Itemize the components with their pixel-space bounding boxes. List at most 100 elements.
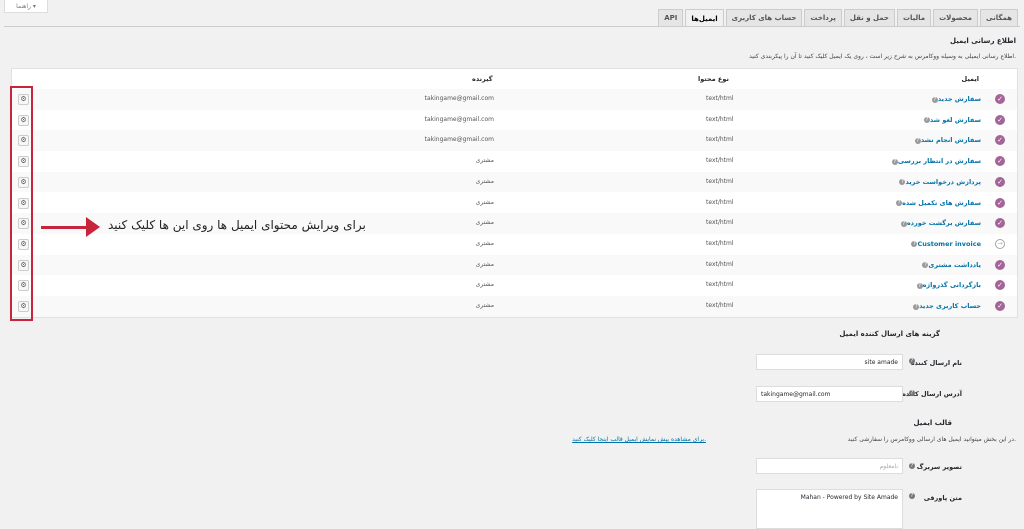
arrow-icon: [41, 226, 89, 229]
header-image-input[interactable]: نامعلوم: [756, 458, 903, 474]
content-type-cell: text/html: [706, 239, 734, 247]
recipient-cell: takingame@gmail.com: [424, 95, 494, 102]
tab-tax[interactable]: مالیات: [896, 9, 932, 26]
email-name-cell: ? سفارش جدید: [929, 95, 981, 103]
table-row[interactable]: ✓ ? سفارش لغو شد text/html takingame@gmail.c…: [12, 110, 1017, 131]
email-name-cell: ? یادداشت مشتری: [919, 261, 981, 269]
enabled-check-icon: ✓: [995, 135, 1005, 146]
help-tip-icon: ?: [909, 358, 915, 364]
recipient-cell: مشتری: [475, 260, 494, 268]
settings-tabs: همگانی محصولات مالیات حمل و نقل پرداخت ح…: [658, 9, 1018, 27]
table-row[interactable]: ✓ ? سفارش جدید text/html takingame@gmail.com…: [12, 89, 1017, 110]
content-type-cell: text/html: [706, 95, 734, 102]
template-description: در این بخش میتوانید ایمیل های ارسالی ووک…: [848, 436, 1016, 443]
table-header: ایمیل نوع محتوا گیرنده: [12, 69, 1017, 90]
email-name-cell: ? سفارش انجام نشد: [912, 136, 981, 144]
manual-arrow-icon: →: [995, 238, 1005, 249]
tab-payments[interactable]: پرداخت: [804, 9, 842, 26]
table-row[interactable]: ✓ ? سفارش انجام نشد text/html takingame@gmai…: [12, 130, 1017, 152]
template-preview-link-wrap: برای مشاهده پیش نمایش ایمیل قالب اینجا ک…: [572, 436, 706, 443]
email-name-link[interactable]: یادداشت مشتری: [928, 261, 981, 269]
content-type-cell: text/html: [706, 302, 734, 309]
content-type-cell: text/html: [706, 260, 734, 268]
tab-shipping[interactable]: حمل و نقل: [843, 9, 895, 26]
from-address-input[interactable]: takingame@gmail.com: [756, 386, 903, 402]
recipient-cell: مشتری: [475, 281, 494, 289]
enabled-check-icon: ✓: [995, 197, 1005, 208]
email-notifications-table: ایمیل نوع محتوا گیرنده ✓ ? سفارش جدید text/…: [11, 68, 1018, 318]
email-name-link[interactable]: سفارش انجام نشد: [921, 136, 981, 144]
enabled-check-icon: ✓: [995, 114, 1005, 125]
content-type-cell: text/html: [706, 219, 734, 227]
email-name-link[interactable]: حساب کاربری جدید: [919, 302, 981, 310]
header-image-label: تصویر سربرگ: [916, 463, 962, 471]
arrow-head-icon: [86, 217, 100, 237]
header-email: ایمیل: [961, 75, 979, 83]
table-row[interactable]: ✓? پردازش درخواست خرید text/html مشتری ⚙: [12, 171, 1017, 193]
email-name-link[interactable]: پردازش درخواست خرید: [905, 178, 981, 186]
tab-emails[interactable]: ایمیل‌ها: [685, 9, 724, 27]
tab-general[interactable]: همگانی: [980, 9, 1018, 26]
sender-options-title: گزینه های ارسال کننده ایمیل: [839, 330, 940, 338]
table-row[interactable]: ✓? سفارش در انتظار بررسی text/html مشتری ⚙: [12, 151, 1017, 172]
enabled-check-icon: ✓: [995, 259, 1005, 270]
template-preview-link[interactable]: برای مشاهده پیش نمایش ایمیل قالب اینجا ک…: [572, 436, 706, 443]
email-name-link[interactable]: سفارش لغو شد: [930, 116, 981, 124]
email-name-link[interactable]: سفارش برگشت خورده: [907, 219, 981, 227]
help-button[interactable]: راهنما ▾: [4, 0, 48, 13]
help-tip-icon: ?: [909, 493, 915, 499]
table-row[interactable]: ✓? یادداشت مشتری text/html مشتری ⚙: [12, 254, 1017, 276]
recipient-cell: مشتری: [475, 302, 494, 309]
email-name-link[interactable]: سفارش های تکمیل شده: [902, 199, 981, 207]
header-recipient: گیرنده: [472, 75, 493, 83]
content-type-cell: text/html: [706, 177, 734, 185]
enabled-check-icon: ✓: [995, 280, 1005, 291]
email-name-cell: ? سفارش در انتظار بررسی: [889, 157, 981, 165]
content-type-cell: text/html: [706, 281, 734, 289]
enabled-check-icon: ✓: [995, 94, 1005, 104]
recipient-cell: takingame@gmail.com: [424, 115, 494, 123]
recipient-cell: مشتری: [475, 219, 494, 227]
recipient-cell: مشتری: [475, 239, 494, 247]
enabled-check-icon: ✓: [995, 176, 1005, 187]
content-type-cell: text/html: [706, 198, 734, 206]
content-type-cell: text/html: [706, 157, 734, 165]
table-row[interactable]: ✓? سفارش های تکمیل شده text/html مشتری ⚙: [12, 193, 1017, 214]
from-name-input[interactable]: site amade: [756, 354, 903, 370]
help-tip-icon: ?: [909, 390, 915, 396]
table-row[interactable]: ✓? بازگردانی گذرواژه text/html مشتری ⚙: [12, 275, 1017, 296]
table-row[interactable]: ✓? حساب کاربری جدید text/html مشتری ⚙: [12, 296, 1017, 317]
email-name-link[interactable]: سفارش جدید: [938, 95, 981, 103]
email-name-cell: ? بازگردانی گذرواژه: [914, 281, 981, 289]
email-name-cell: ? سفارش های تکمیل شده: [893, 199, 981, 207]
content-type-cell: text/html: [706, 115, 734, 123]
recipient-cell: مشتری: [475, 177, 494, 185]
email-template-title: قالب ایمیل: [913, 419, 952, 427]
email-name-cell: ? حساب کاربری جدید: [910, 302, 981, 310]
header-content-type: نوع محتوا: [698, 75, 729, 83]
table-row[interactable]: →? Customer invoice text/html مشتری ⚙: [12, 234, 1017, 255]
footer-text-textarea[interactable]: Mahan - Powered by Site Amade: [756, 489, 903, 529]
chevron-down-icon: ▾: [32, 2, 36, 10]
enabled-check-icon: ✓: [995, 156, 1005, 167]
from-name-label: نام ارسال کننده: [910, 359, 962, 367]
notifications-description: اطلاع رسانی ایمیلی به وسیله ووکامرس به ش…: [749, 53, 1016, 60]
annotation-text: برای ویرایش محتوای ایمیل ها روی این ها ک…: [108, 218, 366, 232]
email-name-link[interactable]: سفارش در انتظار بررسی: [898, 157, 981, 165]
content-type-cell: text/html: [706, 136, 734, 144]
recipient-cell: مشتری: [475, 157, 494, 165]
help-tip-icon: ?: [909, 463, 915, 469]
tab-products[interactable]: محصولات: [933, 9, 979, 26]
notifications-title: اطلاع رسانی ایمیل: [949, 37, 1016, 45]
email-name-cell: ? پردازش درخواست خرید: [896, 178, 981, 186]
help-label: راهنما: [16, 2, 31, 10]
header-image-placeholder: نامعلوم: [879, 462, 898, 470]
email-name-link[interactable]: Customer invoice: [917, 240, 981, 248]
email-name-link[interactable]: بازگردانی گذرواژه: [923, 281, 981, 289]
tab-accounts[interactable]: حساب های کاربری: [725, 9, 803, 26]
email-name-cell: ? Customer invoice: [908, 240, 981, 248]
template-description-text: در این بخش میتوانید ایمیل های ارسالی ووک…: [847, 436, 1016, 443]
tab-api[interactable]: API: [658, 9, 684, 26]
recipient-cell: مشتری: [475, 198, 494, 206]
enabled-check-icon: ✓: [995, 218, 1005, 229]
